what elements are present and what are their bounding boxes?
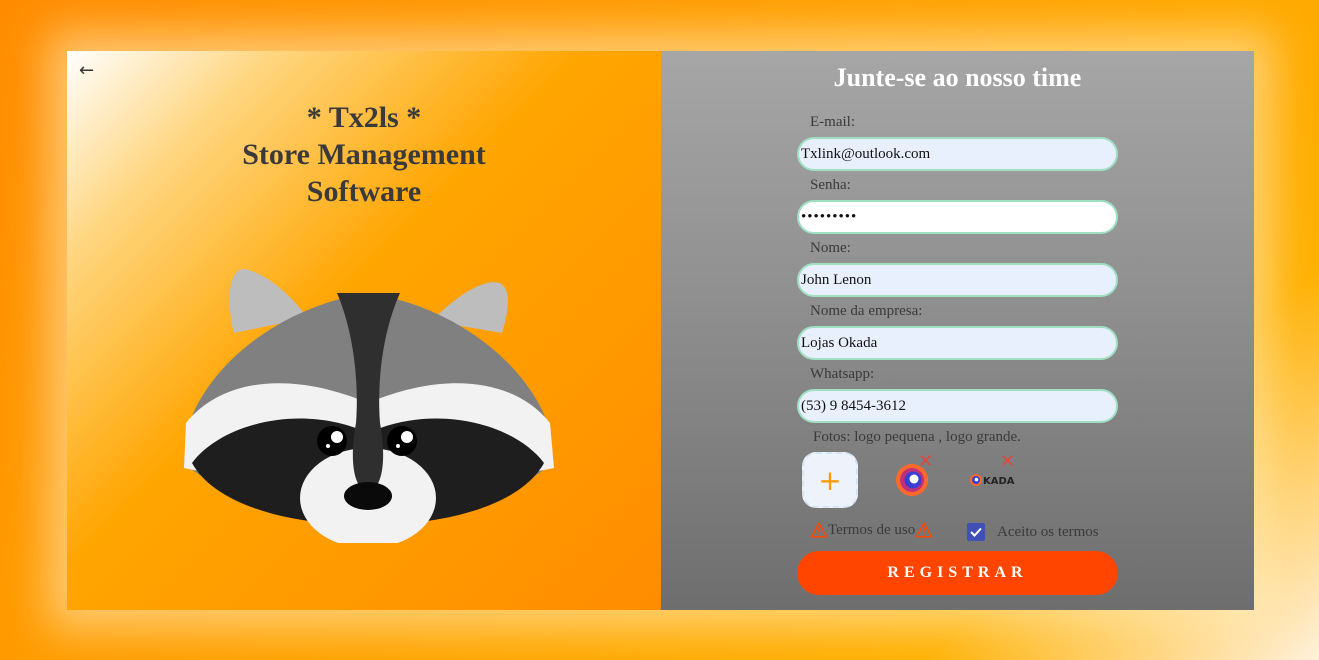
register-card: ← * Tx2ls * Store Management Software Ju… [67,51,1254,610]
check-icon [970,527,982,537]
terms-label: Termos de uso [828,521,916,538]
password-label: Senha: [810,177,851,193]
whatsapp-label: Whatsapp: [810,366,875,382]
brand-line-1: * Tx2ls * [306,101,422,134]
photos-label: Fotos: logo pequena , logo grande. [813,429,1021,445]
name-label: Nome: [810,240,851,256]
register-form-panel: Junte-se ao nosso time E-mail: Senha: No… [661,51,1254,610]
add-photo-button[interactable]: + [802,452,858,508]
arrow-left-icon[interactable]: ← [79,61,99,81]
brand-line-3: Software [306,175,422,208]
plus-icon: + [818,463,842,497]
company-label: Nome da empresa: [810,303,923,319]
accept-terms-label: Aceito os termos [997,523,1099,540]
warning-icon [810,522,828,538]
remove-large-logo-icon[interactable]: ✕ [1000,453,1015,471]
whatsapp-field[interactable] [797,389,1118,423]
email-field[interactable] [797,137,1118,171]
company-field[interactable] [797,326,1118,360]
password-field[interactable] [797,200,1118,234]
accept-terms-checkbox[interactable] [967,523,985,541]
raccoon-logo [184,268,554,543]
large-logo-text: KADA [983,476,1015,487]
accept-terms: Aceito os termos [967,523,1099,541]
large-logo-thumbnail: KADA [970,474,1015,487]
brand-title: * Tx2ls * Store Management Software [67,99,661,210]
brand-panel: ← * Tx2ls * Store Management Software [67,51,661,610]
remove-small-logo-icon[interactable]: ✕ [918,453,933,471]
name-field[interactable] [797,263,1118,297]
terms-link[interactable]: Termos de uso [810,521,933,539]
email-label: E-mail: [810,114,855,130]
form-title: Junte-se ao nosso time [833,63,1082,92]
register-button[interactable]: REGISTRAR [797,551,1118,595]
brand-line-2: Store Management [242,138,486,171]
warning-icon [916,522,933,538]
